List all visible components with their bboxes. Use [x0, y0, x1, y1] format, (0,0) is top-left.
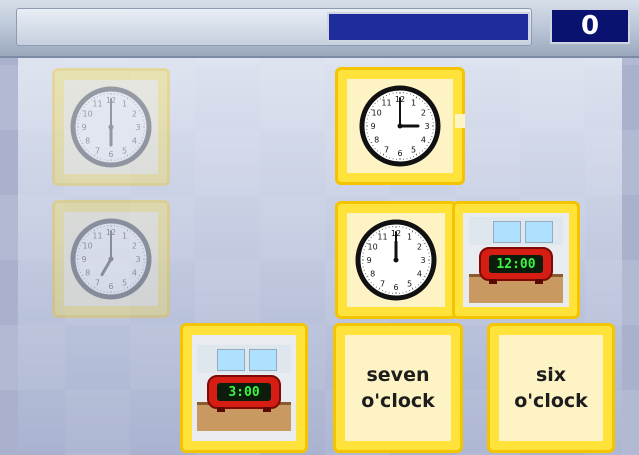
svg-text:5: 5 [122, 278, 127, 287]
digital-time: 3:00 [217, 383, 271, 401]
alarm-body: 12:00 [479, 247, 553, 281]
svg-text:9: 9 [81, 255, 86, 264]
clock-face-icon: 123456789101112 [347, 213, 445, 307]
svg-text:2: 2 [132, 110, 137, 119]
svg-text:11: 11 [92, 232, 102, 241]
clock-card-twelve[interactable]: 123456789101112 [335, 201, 457, 319]
svg-text:5: 5 [407, 279, 412, 288]
svg-text:1: 1 [411, 99, 416, 108]
svg-text:8: 8 [85, 269, 90, 278]
window [469, 217, 563, 245]
svg-text:10: 10 [372, 109, 382, 118]
svg-text:6: 6 [393, 283, 398, 292]
svg-text:6: 6 [397, 149, 402, 158]
ghost-card-clock-six: 123456789101112 [52, 68, 170, 186]
window [197, 345, 291, 373]
svg-text:7: 7 [380, 279, 385, 288]
svg-text:11: 11 [92, 100, 102, 109]
alarm-card-300[interactable]: 3:00 [180, 323, 308, 453]
word-card-label: seven o'clock [361, 364, 435, 412]
svg-text:10: 10 [83, 242, 93, 251]
alarm-clock-icon: 3:00 [197, 345, 291, 431]
svg-text:3: 3 [424, 122, 429, 131]
top-bar: 0 [0, 0, 639, 58]
clock-face-icon: 123456789101112 [347, 79, 453, 173]
svg-text:4: 4 [417, 270, 422, 279]
svg-text:8: 8 [370, 270, 375, 279]
svg-text:2: 2 [421, 109, 426, 118]
svg-text:4: 4 [132, 137, 137, 146]
svg-text:10: 10 [83, 110, 93, 119]
alarm-body: 3:00 [207, 375, 281, 409]
word-card-label: six o'clock [514, 364, 588, 412]
word-card-six[interactable]: six o'clock [487, 323, 615, 453]
score-display: 0 [550, 8, 630, 44]
svg-text:8: 8 [85, 137, 90, 146]
progress-bar [327, 12, 530, 42]
svg-text:4: 4 [421, 136, 426, 145]
svg-text:10: 10 [368, 243, 378, 252]
svg-text:11: 11 [381, 99, 391, 108]
svg-text:3: 3 [135, 255, 140, 264]
svg-text:9: 9 [366, 256, 371, 265]
clock-card-three[interactable]: 123456789101112 [335, 67, 465, 185]
svg-text:3: 3 [135, 123, 140, 132]
svg-text:9: 9 [81, 123, 86, 132]
alarm-card-1200[interactable]: 12:00 [452, 201, 580, 319]
game-stage: 0 123456789101112 123456789101112 123456… [0, 0, 639, 455]
puzzle-notch [455, 114, 465, 128]
svg-text:3: 3 [420, 256, 425, 265]
progress-fill [329, 14, 528, 40]
svg-text:1: 1 [122, 100, 127, 109]
svg-text:7: 7 [384, 145, 389, 154]
svg-text:5: 5 [122, 146, 127, 155]
svg-text:1: 1 [122, 232, 127, 241]
svg-text:6: 6 [108, 150, 113, 159]
svg-text:4: 4 [132, 269, 137, 278]
svg-text:2: 2 [132, 242, 137, 251]
clock-face-icon: 123456789101112 [64, 80, 158, 174]
svg-text:8: 8 [374, 136, 379, 145]
ghost-card-clock-seven: 123456789101112 [52, 200, 170, 318]
digital-time: 12:00 [489, 255, 543, 273]
clock-face-icon: 123456789101112 [64, 212, 158, 306]
svg-text:1: 1 [407, 233, 412, 242]
svg-text:9: 9 [370, 122, 375, 131]
svg-text:6: 6 [108, 282, 113, 291]
alarm-clock-icon: 12:00 [469, 217, 563, 303]
svg-text:5: 5 [411, 145, 416, 154]
svg-text:7: 7 [95, 146, 100, 155]
svg-text:7: 7 [95, 278, 100, 287]
svg-text:2: 2 [417, 243, 422, 252]
word-card-seven[interactable]: seven o'clock [333, 323, 463, 453]
svg-text:11: 11 [377, 233, 387, 242]
